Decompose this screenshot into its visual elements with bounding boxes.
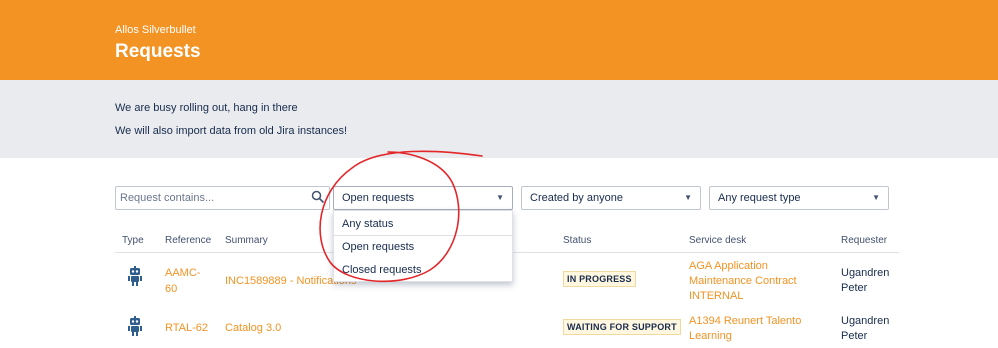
service-desk-line: A1394 Reunert Talento <box>689 315 802 327</box>
type-filter-select[interactable]: Any request type ▼ <box>709 186 889 210</box>
robot-icon <box>128 316 142 336</box>
status-filter-select[interactable]: Open requests ▼ <box>333 186 513 210</box>
request-search <box>115 186 330 210</box>
creator-filter-select[interactable]: Created by anyone ▼ <box>521 186 701 210</box>
status-badge: WAITING FOR SUPPORT <box>563 319 681 335</box>
column-header-summary: Summary <box>225 235 268 246</box>
type-filter-value: Any request type <box>718 192 801 204</box>
service-desk-line: Maintenance Contract <box>689 275 797 287</box>
chevron-down-icon: ▼ <box>496 193 504 202</box>
announcement-banner: We are busy rolling out, hang in there W… <box>0 80 998 158</box>
column-header-requester: Requester <box>841 235 888 246</box>
status-filter-value: Open requests <box>342 192 415 204</box>
requester-line: Ugandren <box>841 267 890 279</box>
requester-name: Ugandren Peter <box>841 266 889 296</box>
service-desk-line: AGA Application <box>689 260 768 272</box>
request-summary-link[interactable]: Catalog 3.0 <box>225 322 281 334</box>
service-desk-link[interactable]: AGA Application Maintenance Contract INT… <box>689 259 797 304</box>
column-header-service-desk: Service desk <box>689 235 747 246</box>
dropdown-divider <box>334 235 512 236</box>
requester-line: Peter <box>841 282 868 294</box>
search-icon[interactable] <box>311 190 325 204</box>
chevron-down-icon: ▼ <box>872 193 880 202</box>
service-desk-line: INTERNAL <box>689 290 744 302</box>
status-option-open[interactable]: Open requests <box>342 241 414 253</box>
status-option-closed[interactable]: Closed requests <box>342 264 422 276</box>
page-title: Requests <box>115 41 201 62</box>
search-input[interactable] <box>116 187 306 209</box>
service-desk-link[interactable]: A1394 Reunert Talento Learning <box>689 314 801 344</box>
banner-message-1: We are busy rolling out, hang in there <box>115 102 298 114</box>
org-name[interactable]: Allos Silverbullet <box>115 24 196 36</box>
creator-filter-value: Created by anyone <box>530 192 623 204</box>
banner-message-2: We will also import data from old Jira i… <box>115 125 348 137</box>
status-option-any[interactable]: Any status <box>342 218 393 230</box>
robot-icon <box>128 266 142 286</box>
page-header: Allos Silverbullet Requests <box>0 0 998 80</box>
request-reference-link[interactable]: RTAL-62 <box>165 320 208 336</box>
status-badge: IN PROGRESS <box>563 271 636 287</box>
reference-line: 60 <box>165 283 178 295</box>
requester-line: Peter <box>841 330 868 342</box>
chevron-down-icon: ▼ <box>684 193 692 202</box>
column-header-reference: Reference <box>165 235 212 246</box>
column-header-type: Type <box>122 235 144 246</box>
status-dropdown-menu: Any status Open requests Closed requests <box>333 210 513 282</box>
column-header-status: Status <box>563 235 592 246</box>
service-desk-line: Learning <box>689 330 732 342</box>
request-reference-link[interactable]: AAMC- 60 <box>165 265 200 297</box>
reference-line: AAMC- <box>165 267 201 279</box>
requester-line: Ugandren <box>841 315 890 327</box>
requester-name: Ugandren Peter <box>841 314 889 344</box>
